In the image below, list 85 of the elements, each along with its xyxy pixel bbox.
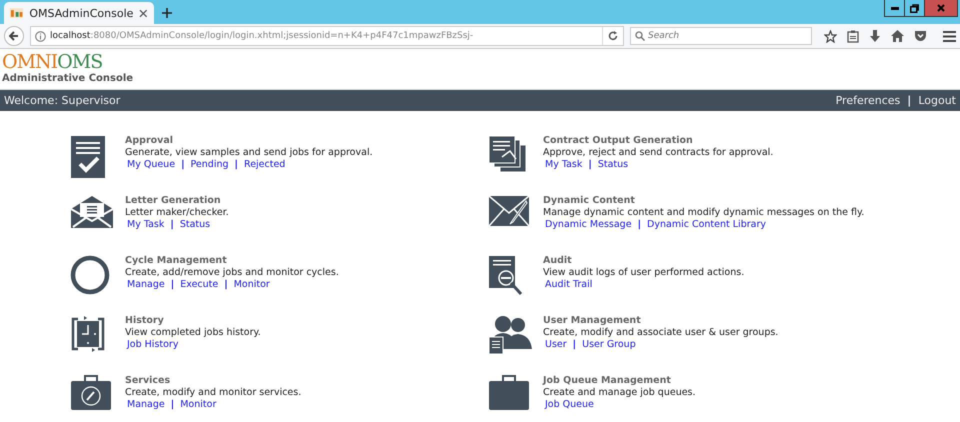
module-description: Manage dynamic content and modify dynamic messages on the fly. (543, 207, 864, 219)
module-link[interactable]: Job Queue (545, 399, 594, 411)
link-separator: | (572, 339, 576, 351)
info-icon[interactable] (35, 30, 46, 42)
module-title: User Management (543, 315, 642, 327)
checklist-document-icon (70, 135, 106, 179)
download-icon[interactable] (869, 30, 881, 42)
module-description: Generate, view samples and send jobs for approval. (125, 147, 373, 159)
module-link[interactable]: Manage (127, 399, 165, 411)
module-description: Create, modify and associate user & user groups. (543, 327, 778, 339)
restore-icon (910, 4, 919, 12)
module-link[interactable]: My Task (127, 219, 164, 231)
module-description: Create, add/remove jobs and monitor cycles. (125, 267, 339, 279)
close-window-button[interactable] (925, 0, 957, 16)
circle-icon (70, 255, 110, 295)
module-link[interactable]: My Queue (127, 159, 176, 171)
module-link[interactable]: Monitor (234, 279, 270, 291)
module-link[interactable]: Rejected (244, 159, 286, 171)
module-description: Approve, reject and send contracts for approval. (543, 147, 774, 159)
toolbox-icon (70, 375, 112, 411)
link-separator: | (588, 159, 592, 171)
module-link[interactable]: User (545, 339, 567, 351)
link-separator: | (170, 219, 174, 231)
stacked-documents-icon (488, 135, 528, 173)
module-description: View completed jobs history. (125, 327, 261, 339)
link-separator: | (170, 279, 174, 291)
module-link[interactable]: My Task (545, 159, 582, 171)
module-title: Job Queue Management (543, 375, 672, 387)
menu-icon[interactable] (943, 30, 956, 42)
module-title: Dynamic Content (543, 195, 636, 207)
envelope-pen-icon (488, 195, 530, 227)
nav-link[interactable]: Preferences (836, 94, 900, 107)
link-separator: | (170, 399, 174, 411)
module-link[interactable]: Monitor (180, 399, 216, 411)
module-link[interactable]: Job History (127, 339, 178, 351)
module-title: Services (125, 375, 172, 387)
reload-icon[interactable] (608, 31, 618, 41)
module-link[interactable]: Pending (190, 159, 229, 171)
module-link[interactable]: Audit Trail (545, 279, 592, 291)
logo: OMNIOMS (2, 51, 104, 73)
module-link[interactable]: Manage (127, 279, 165, 291)
link-separator: | (638, 219, 642, 231)
module-title: Cycle Management (125, 255, 228, 267)
module-link[interactable]: Dynamic Content Library (647, 219, 766, 231)
document-magnifier-icon (488, 255, 524, 297)
module-title: History (125, 315, 165, 327)
clipboard-icon[interactable] (847, 30, 859, 42)
module-link[interactable]: Dynamic Message (545, 219, 632, 231)
close-icon (937, 4, 945, 12)
module-title: Letter Generation (125, 195, 222, 207)
envelope-icon (70, 195, 114, 229)
module-title: Approval (125, 135, 174, 147)
module-link[interactable]: Execute (180, 279, 218, 291)
module-description: Create and manage job queues. (543, 387, 696, 399)
module-title: Contract Output Generation (543, 135, 694, 147)
module-description: Letter maker/checker. (125, 207, 229, 219)
module-description: Create, modify and monitor services. (125, 387, 302, 399)
new-tab-icon[interactable] (162, 8, 172, 18)
module-link[interactable]: Status (180, 219, 210, 231)
link-separator: | (907, 94, 912, 107)
home-icon[interactable] (891, 30, 904, 42)
favicon-icon (10, 8, 24, 18)
subtitle: Administrative Console (2, 73, 134, 85)
module-title: Audit (543, 255, 573, 267)
search-field[interactable]: Search (630, 27, 812, 45)
module-link[interactable]: Status (598, 159, 628, 171)
users-icon (488, 315, 534, 355)
back-arrow-icon (9, 31, 19, 41)
link-separator: | (224, 279, 228, 291)
url-text: localhost:8080/OMSAdminConsole/login/login.xhtml;jsessionid=n+K4+p4F47c1mpawzFBzSsj- (50, 31, 474, 41)
welcome-text: Welcome: Supervisor (4, 94, 120, 107)
link-separator: | (181, 159, 185, 171)
pocket-icon[interactable] (914, 30, 927, 42)
module-link[interactable]: User Group (582, 339, 636, 351)
module-description: View audit logs of user performed actions. (543, 267, 744, 279)
star-icon[interactable] (824, 30, 837, 42)
nav-link[interactable]: Logout (918, 94, 956, 107)
clock-icon (70, 315, 106, 353)
minimize-icon (890, 6, 898, 10)
browser-tab[interactable]: OMSAdminConsole (4, 2, 154, 24)
link-separator: | (234, 159, 238, 171)
close-icon[interactable] (139, 8, 148, 18)
briefcase-icon (488, 375, 530, 411)
back-button[interactable] (4, 26, 24, 46)
address-bar[interactable]: localhost:8080/OMSAdminConsole/login/login.xhtml;jsessionid=n+K4+p4F47c1mpawzFBzSsj- (30, 26, 624, 46)
